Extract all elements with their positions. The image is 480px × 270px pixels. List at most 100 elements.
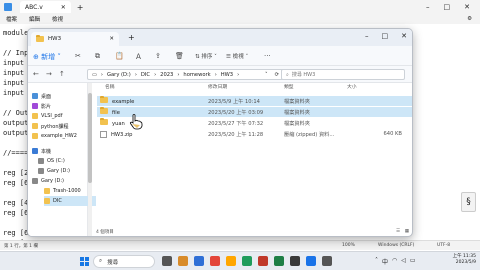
item-count: 4 個項目 xyxy=(96,230,114,235)
taskbar-app-icon[interactable] xyxy=(162,256,172,266)
address-box[interactable]: ▭ › Gary (D:) › DIC › 2023 › homework › HW3 › … xyxy=(87,69,284,80)
close-icon[interactable]: ✕ xyxy=(61,4,66,11)
new-tab-button[interactable]: + xyxy=(128,33,135,42)
close-window-button[interactable]: ✕ xyxy=(401,32,407,40)
sidebar-item-icon xyxy=(38,168,44,174)
new-tab-button[interactable]: + xyxy=(77,3,84,12)
taskbar-app-icon[interactable] xyxy=(306,256,316,266)
taskbar-app-icon[interactable] xyxy=(226,256,236,266)
rename-icon[interactable]: Ａ xyxy=(135,52,142,62)
column-size[interactable]: 大小 xyxy=(347,83,357,90)
sidebar-item-label: Trash-1000 xyxy=(53,188,81,194)
menu-view[interactable]: 檢視 xyxy=(52,15,63,23)
forward-icon[interactable]: → xyxy=(46,70,52,78)
sidebar-item[interactable]: OS (C:) xyxy=(38,156,65,166)
file-row[interactable]: example 2023/5/9 上午 10:14 檔案資料夾 xyxy=(97,96,412,106)
sidebar-item[interactable]: python課程 xyxy=(32,121,69,131)
close-icon[interactable]: ✕ xyxy=(109,36,114,42)
chevron-up-icon[interactable]: ˄ xyxy=(375,257,378,266)
sidebar-item[interactable]: 影片 xyxy=(32,101,51,111)
search-input[interactable]: ⌕ 搜尋 HW3 xyxy=(281,69,405,80)
sort-button[interactable]: ⇅ 排序 ˅ xyxy=(195,52,217,60)
explorer-statusbar: 4 個項目 ☰ ▦ xyxy=(92,229,412,236)
column-type[interactable]: 類型 xyxy=(284,83,294,90)
folder-icon xyxy=(100,107,108,114)
paste-icon[interactable]: 📋 xyxy=(115,52,124,60)
taskbar-app-icon[interactable] xyxy=(210,256,220,266)
address-part[interactable]: Gary (D:) xyxy=(107,72,131,78)
share-icon[interactable]: ⇪ xyxy=(155,52,161,60)
back-icon[interactable]: ← xyxy=(33,70,39,78)
taskbar-app-icon[interactable] xyxy=(242,256,252,266)
view-button[interactable]: ☰ 檢視 ˅ xyxy=(226,52,248,60)
taskbar-app-icon[interactable] xyxy=(178,256,188,266)
delete-icon[interactable]: 🗑 xyxy=(175,52,184,60)
notepad-tab[interactable]: ABC.v ✕ xyxy=(20,1,71,13)
taskbar-app-icon[interactable] xyxy=(290,256,300,266)
taskbar-app-icon[interactable] xyxy=(258,256,268,266)
copy-icon[interactable]: ⧉ xyxy=(95,52,100,61)
cut-icon[interactable]: ✂ xyxy=(75,52,81,60)
file-name-cell: HW3.zip xyxy=(100,130,132,138)
address-part[interactable]: DIC xyxy=(141,72,150,78)
file-name: example xyxy=(112,99,135,105)
swirl-icon[interactable]: § xyxy=(461,192,476,212)
sidebar-item[interactable]: Gary (D:) xyxy=(38,166,70,176)
menu-file[interactable]: 檔案 xyxy=(6,15,17,23)
file-row[interactable]: file 2023/5/20 上午 03:09 檔案資料夾 xyxy=(97,107,412,117)
file-list: 名稱 修改日期 類型 大小 example 2023/5/9 上午 10:14 檔案… xyxy=(92,83,412,236)
notepad-statusbar: 第 1 行，第 1 欄 100% Windows (CRLF) UTF-8 xyxy=(0,240,480,250)
new-button[interactable]: ⊕ 新增 ˅ xyxy=(33,52,61,62)
taskbar-search[interactable]: ⌕ 搜尋 xyxy=(93,255,155,268)
view-label: 檢視 xyxy=(232,54,244,60)
column-date[interactable]: 修改日期 xyxy=(208,83,227,90)
notepad-tab-title: ABC.v xyxy=(25,3,43,11)
sidebar-item[interactable]: 本機 xyxy=(32,146,51,156)
gear-icon[interactable]: ⚙ xyxy=(467,16,472,22)
notepad-icon xyxy=(4,3,12,11)
sidebar-item-icon xyxy=(32,93,38,99)
address-part[interactable]: 2023 xyxy=(160,72,173,78)
sidebar-item-icon xyxy=(44,188,50,194)
search-placeholder: 搜尋 HW3 xyxy=(291,72,316,78)
maximize-button[interactable]: □ xyxy=(444,3,451,11)
sidebar-item[interactable]: Gary (D:) xyxy=(32,176,64,186)
sidebar-item-label: 影片 xyxy=(41,103,52,110)
address-part[interactable]: HW3 xyxy=(221,72,233,78)
minimize-button[interactable]: – xyxy=(365,32,369,40)
minimize-button[interactable]: – xyxy=(426,3,430,11)
taskbar-app-icon[interactable] xyxy=(194,256,204,266)
file-row[interactable]: yuan 2023/5/27 下午 07:32 檔案資料夾 xyxy=(97,118,412,128)
sidebar-item[interactable]: 桌面 xyxy=(32,91,51,101)
taskbar-app-icon[interactable] xyxy=(274,256,284,266)
sidebar-item[interactable]: Trash-1000 xyxy=(44,186,81,196)
taskbar-app-icon[interactable] xyxy=(322,256,332,266)
file-row[interactable]: HW3.zip 2023/5/20 上午 11:28 壓縮 (zipped) 資料.… xyxy=(97,129,412,139)
chevron-down-icon[interactable]: ˅ xyxy=(265,72,268,78)
up-icon[interactable]: ↑ xyxy=(59,70,65,78)
battery-icon[interactable]: ▭ xyxy=(410,257,416,266)
sidebar-item[interactable]: example_HW2 xyxy=(32,131,77,141)
address-part[interactable]: homework xyxy=(183,72,210,78)
menu-edit[interactable]: 編輯 xyxy=(29,15,40,23)
details-view-icon[interactable]: ☰ xyxy=(396,229,400,234)
column-name[interactable]: 名稱 xyxy=(105,83,115,90)
ime-indicator[interactable]: 中 xyxy=(382,257,388,266)
close-window-button[interactable]: ✕ xyxy=(464,3,470,11)
folder-icon xyxy=(36,35,44,42)
tiles-view-icon[interactable]: ▦ xyxy=(405,229,409,234)
sidebar-item-icon xyxy=(32,133,38,139)
start-button[interactable] xyxy=(80,257,89,266)
navigation-pane: 桌面影片 VLSI_pdf python課程 example_HW2 本機 OS (C:)… xyxy=(28,83,96,236)
file-explorer-window: HW3 ✕ + – □ ✕ ⊕ 新增 ˅ ✂ ⧉ 📋 Ａ ⇪ 🗑 ⇅ 排序 ˅ … xyxy=(27,28,413,237)
taskbar: ⌕ 搜尋 ˄ 中 ◠ ◁ ▭ 上午 11:35 2023/5/9 xyxy=(0,251,480,270)
sidebar-item[interactable]: VLSI_pdf xyxy=(32,111,62,121)
refresh-icon[interactable]: ⟳ xyxy=(275,72,279,78)
clock[interactable]: 上午 11:35 2023/5/9 xyxy=(453,254,476,266)
maximize-button[interactable]: □ xyxy=(382,32,389,40)
wifi-icon[interactable]: ◠ xyxy=(392,257,397,266)
explorer-tab-title: HW3 xyxy=(48,36,62,42)
explorer-tab[interactable]: HW3 ✕ xyxy=(31,32,119,46)
volume-icon[interactable]: ◁ xyxy=(401,257,406,266)
more-options-icon[interactable]: ··· xyxy=(264,52,271,60)
